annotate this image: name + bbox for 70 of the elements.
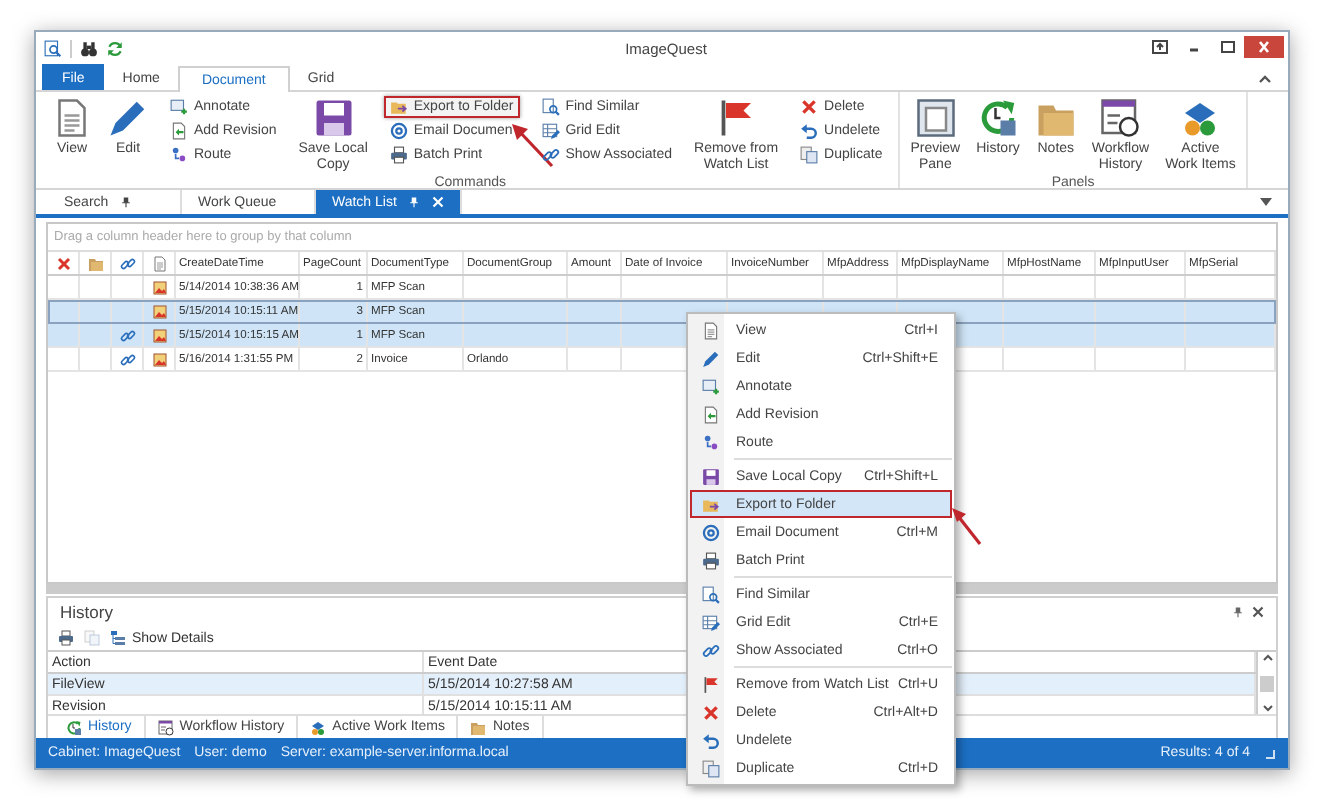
image-file-icon: [151, 303, 167, 319]
chevron-up-icon[interactable]: [1258, 74, 1272, 84]
copy-icon: [84, 630, 100, 647]
maximize-icon: [1219, 40, 1235, 54]
history-icon: [66, 719, 82, 736]
details-icon: [110, 630, 126, 647]
scrollbar[interactable]: [1256, 652, 1276, 715]
document-icon: [701, 321, 719, 339]
pin-icon: [120, 196, 133, 208]
print-button[interactable]: [58, 630, 74, 647]
panel-title: History: [60, 602, 113, 623]
printer-icon: [58, 630, 74, 647]
folder-arrow-icon: [389, 98, 408, 116]
scroll-up-icon[interactable]: [1261, 652, 1273, 663]
copy-icon: [701, 759, 719, 777]
refresh-icon: [106, 39, 124, 57]
search-document-icon: [44, 39, 62, 57]
add-page-icon: [701, 405, 719, 423]
flag-icon: [701, 675, 719, 693]
pointer-arrow: [950, 506, 982, 546]
link-icon: [119, 327, 135, 343]
document-icon: [151, 255, 167, 271]
find-similar-icon: [541, 98, 560, 116]
grid-edit-icon: [541, 122, 560, 140]
flag-icon: [716, 98, 757, 138]
grid-edit-icon: [701, 613, 719, 631]
work-items-icon: [310, 719, 327, 736]
image-file-icon: [151, 351, 167, 367]
dropdown-icon[interactable]: [1260, 198, 1272, 206]
preview-pane-icon: [915, 98, 956, 138]
annotate-icon: [701, 377, 719, 395]
delete-icon: [701, 703, 719, 721]
close-icon: [1256, 40, 1272, 54]
undo-icon: [701, 731, 719, 749]
route-icon: [701, 433, 719, 451]
find-similar-icon: [701, 585, 719, 603]
history-icon: [978, 98, 1019, 138]
link-icon: [119, 255, 135, 271]
delete-icon: [800, 98, 819, 116]
at-sign-icon: [701, 523, 719, 541]
folder-icon: [87, 255, 103, 271]
link-icon: [119, 351, 135, 367]
resize-grip-icon[interactable]: [1264, 747, 1276, 759]
printer-icon: [389, 146, 408, 164]
route-icon: [170, 146, 188, 164]
at-sign-icon: [389, 122, 408, 140]
image-file-icon: [151, 327, 167, 343]
undo-icon: [800, 122, 819, 140]
copy-icon: [800, 146, 819, 164]
close-icon[interactable]: [1252, 606, 1264, 619]
delete-icon: [55, 255, 71, 271]
add-page-icon: [170, 122, 188, 140]
binoculars-icon: [80, 39, 98, 57]
annotate-icon: [170, 98, 188, 116]
tray-icon: [1151, 40, 1167, 54]
document-icon: [52, 98, 92, 138]
pin-icon: [1232, 606, 1244, 619]
workflow-icon: [157, 719, 174, 736]
pencil-icon: [108, 98, 148, 138]
link-icon: [701, 641, 719, 659]
pin-icon: [408, 196, 421, 208]
folder-icon: [470, 719, 487, 736]
link-icon: [541, 146, 560, 164]
folder-arrow-icon: [701, 495, 719, 513]
scroll-down-icon[interactable]: [1261, 704, 1273, 715]
close-button[interactable]: [1244, 36, 1284, 58]
printer-icon: [701, 551, 719, 569]
workflow-icon: [1100, 98, 1141, 138]
work-items-icon: [1180, 98, 1221, 138]
image-file-icon: [151, 279, 167, 295]
